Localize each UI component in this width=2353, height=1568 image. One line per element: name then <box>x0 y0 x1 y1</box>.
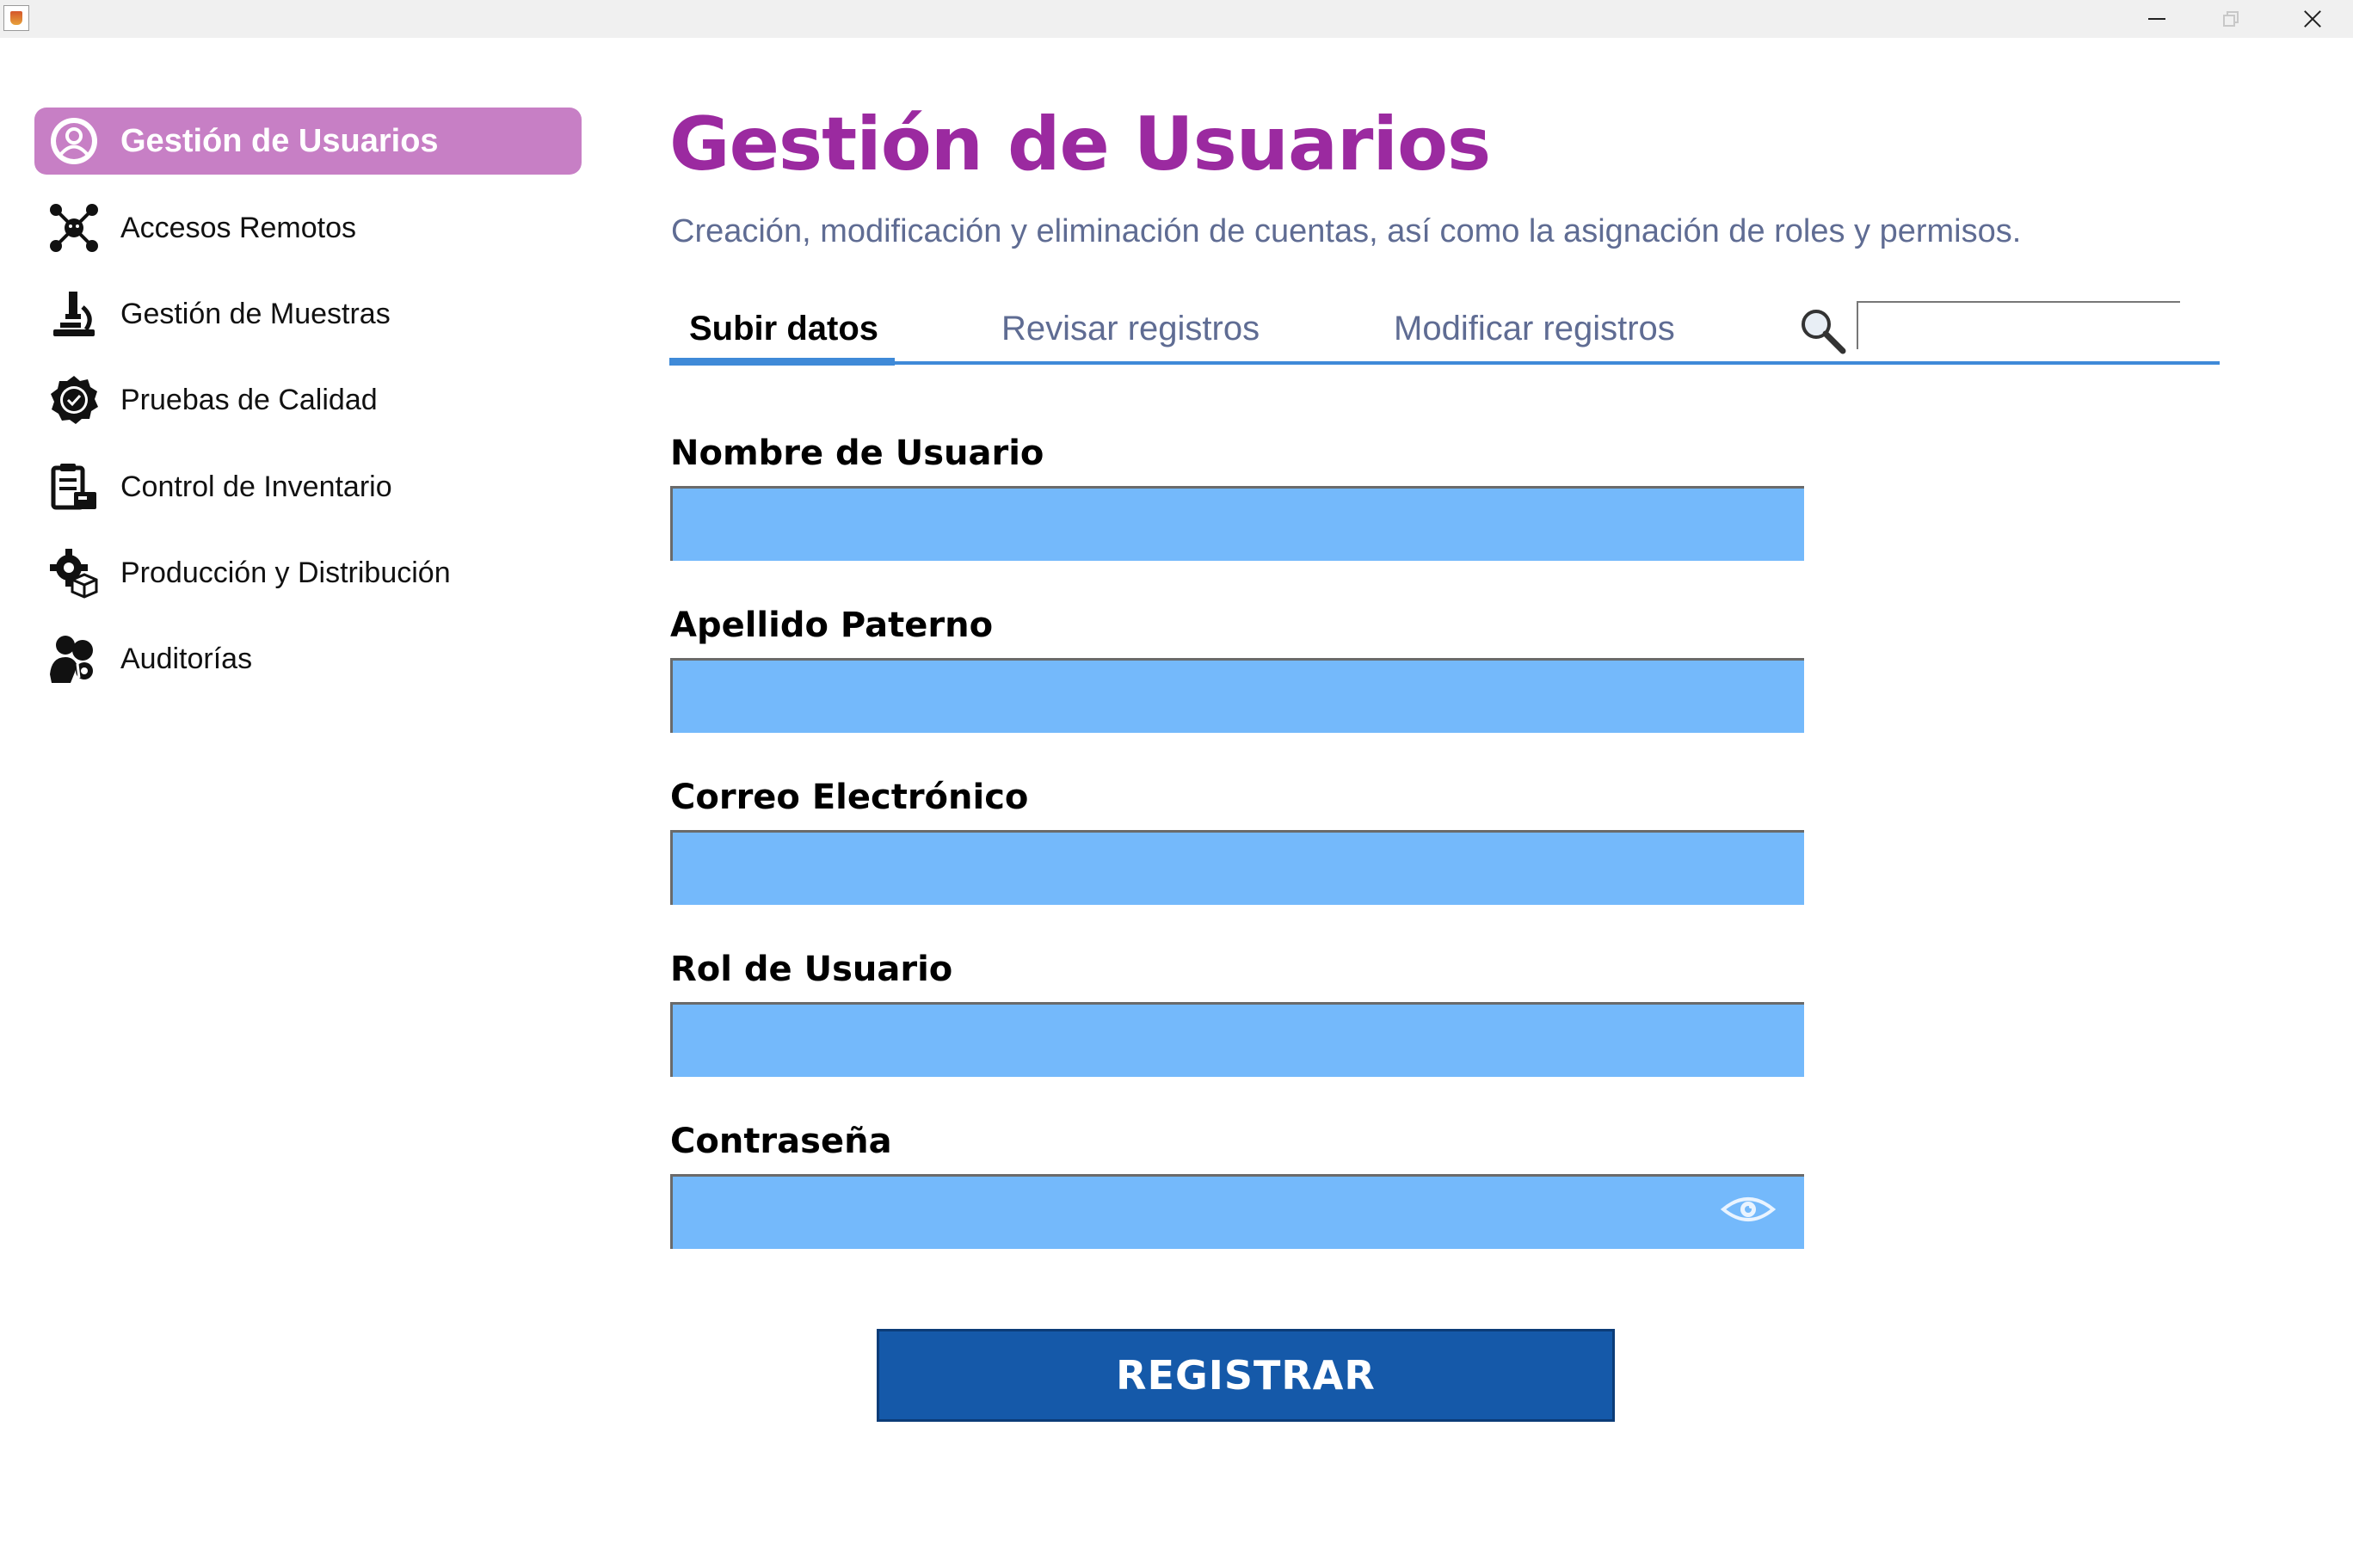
tab-subir-datos[interactable]: Subir datos <box>689 310 878 348</box>
tab-revisar-registros[interactable]: Revisar registros <box>1001 310 1260 348</box>
sidebar-item-accesos-remotos[interactable]: Accesos Remotos <box>34 194 582 261</box>
search-input[interactable] <box>1857 301 2180 349</box>
window-titlebar <box>0 0 2353 38</box>
sidebar-item-pruebas-calidad[interactable]: Pruebas de Calidad <box>34 366 582 434</box>
microscope-icon <box>48 288 100 340</box>
sidebar-item-label: Auditorías <box>120 642 253 675</box>
eye-icon[interactable] <box>1720 1192 1777 1227</box>
last-name-field[interactable] <box>670 658 1804 733</box>
username-label: Nombre de Usuario <box>670 434 1044 473</box>
minimize-button[interactable] <box>2116 0 2194 38</box>
page-subtitle: Creación, modificación y eliminación de … <box>671 213 2022 249</box>
tab-bar-underline <box>669 361 2220 365</box>
email-label: Correo Electrónico <box>670 778 1029 817</box>
role-label: Rol de Usuario <box>670 950 953 989</box>
sidebar-item-label: Gestión de Usuarios <box>120 122 439 159</box>
user-circle-icon <box>48 115 100 167</box>
sidebar-item-label: Producción y Distribución <box>120 556 451 589</box>
password-label: Contraseña <box>670 1122 892 1161</box>
sidebar-item-label: Accesos Remotos <box>120 211 356 244</box>
search-icon[interactable] <box>1798 306 1846 354</box>
sidebar-item-gestion-usuarios[interactable]: Gestión de Usuarios <box>34 108 582 175</box>
maximize-button[interactable] <box>2194 0 2271 38</box>
sidebar-item-label: Pruebas de Calidad <box>120 383 378 416</box>
register-button[interactable]: REGISTRAR <box>877 1329 1615 1422</box>
clipboard-inventory-icon <box>48 461 100 513</box>
sidebar-item-label: Gestión de Muestras <box>120 297 391 330</box>
sidebar-item-auditorias[interactable]: Auditorías <box>34 625 582 692</box>
last-name-label: Apellido Paterno <box>670 606 994 645</box>
gear-box-icon <box>48 547 100 599</box>
active-tab-indicator <box>669 358 895 366</box>
sidebar-item-produccion-distribucion[interactable]: Producción y Distribución <box>34 539 582 606</box>
role-field[interactable] <box>670 1002 1804 1077</box>
sidebar-item-control-inventario[interactable]: Control de Inventario <box>34 453 582 520</box>
email-field[interactable] <box>670 830 1804 905</box>
tab-bar: Subir datos Revisar registros Modificar … <box>669 292 2220 368</box>
close-button[interactable] <box>2271 0 2349 38</box>
username-field[interactable] <box>670 486 1804 561</box>
java-app-icon <box>3 5 29 31</box>
page-title: Gestión de Usuarios <box>669 101 1491 188</box>
network-nodes-icon <box>48 202 100 254</box>
password-field[interactable] <box>670 1174 1804 1249</box>
quality-badge-icon <box>48 374 100 426</box>
sidebar-item-gestion-muestras[interactable]: Gestión de Muestras <box>34 280 582 347</box>
audit-people-icon <box>48 633 100 685</box>
sidebar-item-label: Control de Inventario <box>120 470 392 503</box>
tab-modificar-registros[interactable]: Modificar registros <box>1394 310 1675 348</box>
